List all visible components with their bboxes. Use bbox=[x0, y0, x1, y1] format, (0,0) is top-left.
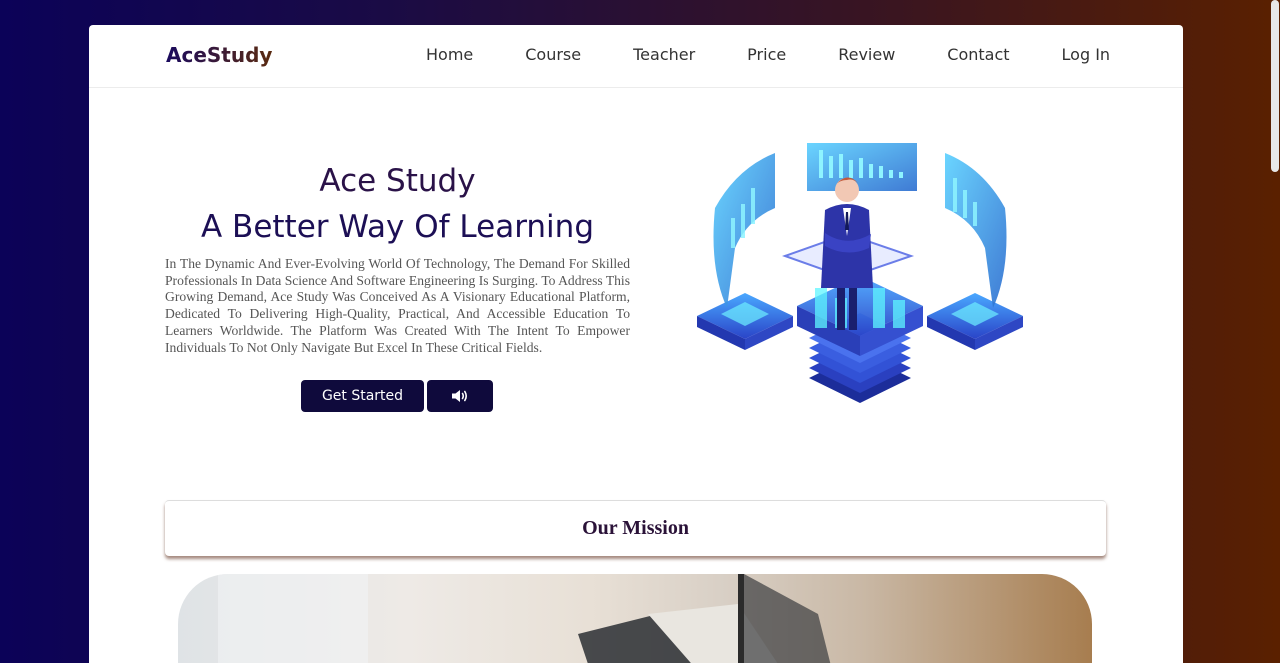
nav-home[interactable]: Home bbox=[426, 45, 473, 64]
nav-teacher[interactable]: Teacher bbox=[633, 45, 695, 64]
nav-login[interactable]: Log In bbox=[1062, 45, 1111, 64]
nav-review[interactable]: Review bbox=[838, 45, 895, 64]
navbar: AceStudy Home Course Teacher Price Revie… bbox=[89, 25, 1183, 88]
mission-title: Our Mission bbox=[582, 517, 689, 539]
mission-photo bbox=[178, 574, 1092, 663]
nav-contact[interactable]: Contact bbox=[947, 45, 1009, 64]
main-nav: Home Course Teacher Price Review Contact… bbox=[426, 45, 1110, 64]
nav-price[interactable]: Price bbox=[747, 45, 786, 64]
page-scrollbar[interactable] bbox=[1270, 0, 1280, 663]
page-container: AceStudy Home Course Teacher Price Revie… bbox=[89, 25, 1183, 663]
nav-course[interactable]: Course bbox=[525, 45, 581, 64]
mission-card: Our Mission bbox=[165, 500, 1106, 556]
laptop-photo-graphic bbox=[218, 574, 831, 663]
scrollbar-thumb[interactable] bbox=[1271, 0, 1279, 172]
hero-text: Ace Study A Better Way Of Learning In Th… bbox=[165, 158, 630, 356]
get-started-button[interactable]: Get Started bbox=[301, 380, 424, 412]
hero-section: Ace Study A Better Way Of Learning In Th… bbox=[89, 88, 1183, 498]
hero-description: In The Dynamic And Ever-Evolving World O… bbox=[165, 256, 630, 355]
hero-title: Ace Study bbox=[319, 163, 476, 199]
speaker-icon bbox=[452, 390, 467, 402]
hero-illustration bbox=[697, 143, 1023, 403]
hero-subtitle: A Better Way Of Learning bbox=[201, 209, 594, 245]
hero-buttons: Get Started bbox=[301, 380, 493, 412]
brand-logo[interactable]: AceStudy bbox=[166, 43, 272, 67]
sound-button[interactable] bbox=[427, 380, 493, 412]
